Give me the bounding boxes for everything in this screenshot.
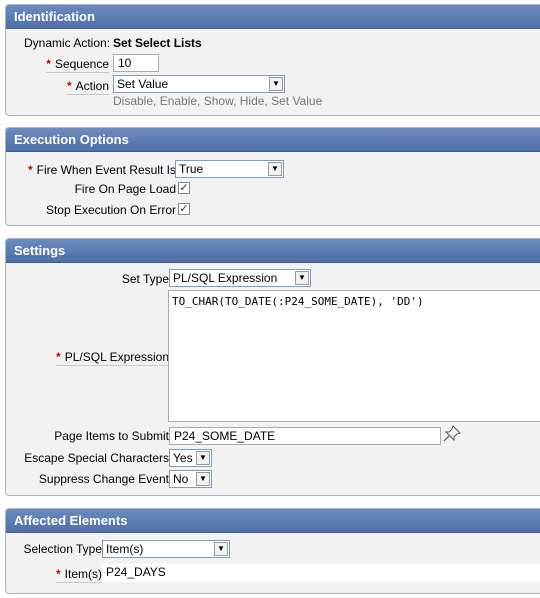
stop-exec-checkbox[interactable]: ✓ [178,203,190,215]
selection-type-select[interactable]: Item(s) ▼ [102,540,230,558]
suppress-select[interactable]: No ▼ [169,470,212,488]
settings-region: Settings Set Type PL/SQL Expression ▼ * P… [5,238,540,496]
action-hint: Disable, Enable, Show, Hide, Set Value [113,94,323,108]
sequence-label: * Sequence [46,57,109,73]
plsql-expression-label-text: PL/SQL Expression [64,350,169,364]
affected-elements-header: Affected Elements [6,509,540,533]
set-type-select[interactable]: PL/SQL Expression ▼ [169,269,311,287]
dynamic-action-label: Dynamic Action: [24,36,111,50]
chevron-down-icon[interactable]: ▼ [268,162,282,176]
chevron-down-icon[interactable]: ▼ [295,271,309,285]
page-items-input[interactable]: P24_SOME_DATE [169,427,441,445]
selection-type-label: Selection Type [23,542,103,556]
execution-options-region: Execution Options * Fire When Event Resul… [5,127,540,226]
chevron-down-icon[interactable]: ▼ [196,472,210,486]
fire-on-load-label: Fire On Page Load [74,182,176,196]
items-input[interactable]: P24_DAYS [102,564,540,582]
required-asterisk-icon: * [55,567,61,581]
chevron-down-icon[interactable]: ▼ [196,451,210,465]
dynamic-action-value: Set Select Lists [113,36,202,50]
sequence-input[interactable]: 10 [113,54,159,72]
selection-type-select-value: Item(s) [106,542,144,556]
identification-header: Identification [6,5,540,29]
escape-select[interactable]: Yes ▼ [169,449,212,467]
suppress-label: Suppress Change Event [38,472,169,486]
pushpin-icon[interactable] [443,425,461,446]
action-label: * Action [66,79,109,95]
escape-label: Escape Special Characters [24,451,169,465]
escape-select-value: Yes [173,451,193,465]
fire-when-label: * Fire When Event Result Is [28,163,176,177]
set-type-select-value: PL/SQL Expression [173,271,278,285]
plsql-expression-textarea[interactable]: TO_CHAR(TO_DATE(:P24_SOME_DATE), 'DD') [168,290,540,422]
settings-header: Settings [6,239,540,263]
fire-on-load-checkbox[interactable]: ✓ [178,182,190,194]
affected-elements-region: Affected Elements Selection Type Item(s)… [5,508,540,594]
items-label-text: Item(s) [64,567,102,581]
fire-when-select[interactable]: True ▼ [175,160,284,178]
plsql-expression-label: * PL/SQL Expression [56,350,169,366]
required-asterisk-icon: * [56,350,61,364]
fire-when-label-text: Fire When Event Result Is [36,163,176,177]
sequence-label-text: Sequence [54,57,109,71]
action-label-text: Action [75,79,109,93]
page-items-label: Page Items to Submit [54,429,169,443]
chevron-down-icon[interactable]: ▼ [269,77,283,91]
items-label: * Item(s) [55,567,102,583]
required-asterisk-icon: * [46,57,51,71]
action-select-value: Set Value [117,77,169,91]
chevron-down-icon[interactable]: ▼ [214,542,228,556]
stop-exec-label: Stop Execution On Error [45,203,176,217]
identification-region: Identification Dynamic Action: Set Selec… [5,4,540,116]
action-select[interactable]: Set Value ▼ [113,75,285,93]
set-type-label: Set Type [121,272,169,286]
required-asterisk-icon: * [66,79,72,93]
suppress-select-value: No [173,472,189,486]
execution-options-header: Execution Options [6,128,540,152]
required-asterisk-icon: * [27,163,33,177]
fire-when-select-value: True [179,162,204,176]
